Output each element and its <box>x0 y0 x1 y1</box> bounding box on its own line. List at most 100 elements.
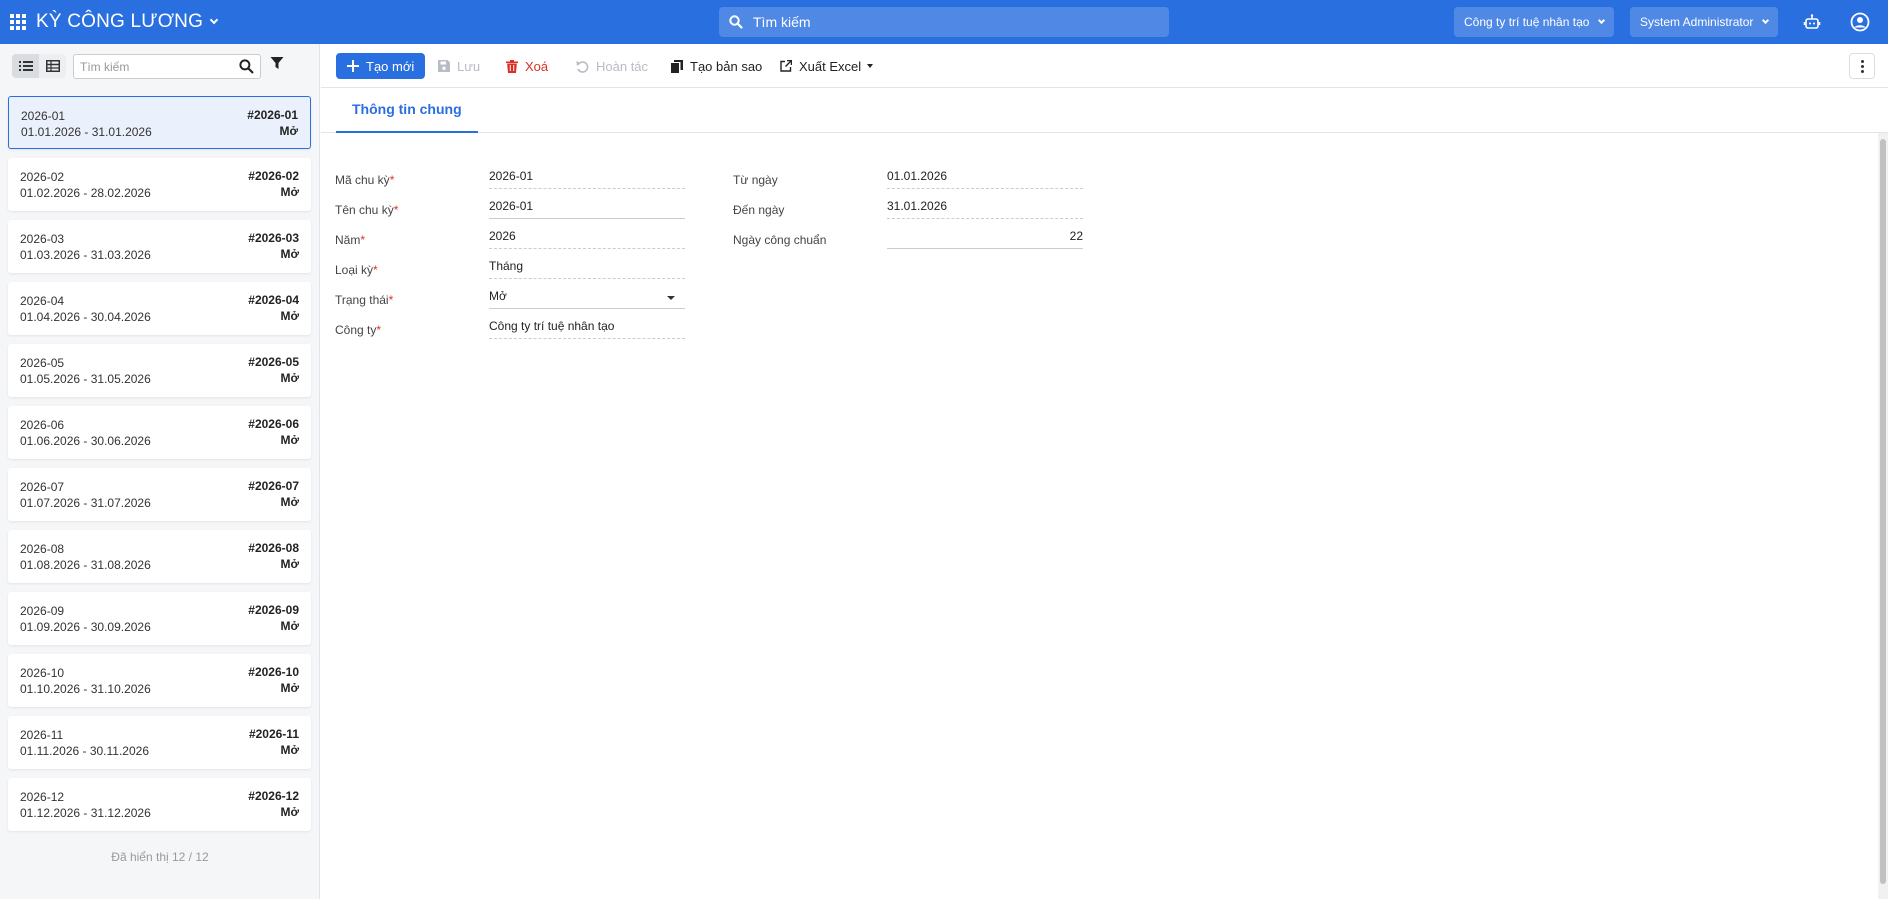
record-date-range: 01.08.2026 - 31.08.2026 <box>20 558 151 572</box>
list-view-button[interactable] <box>12 54 39 78</box>
year-input[interactable]: 2026 <box>489 227 685 249</box>
record-code: 2026-04 <box>20 294 65 308</box>
field-period-type: Loại kỳ* Tháng <box>335 253 685 279</box>
record-date-range: 01.06.2026 - 30.06.2026 <box>20 434 151 448</box>
top-bar: KỲ CÔNG LƯƠNG Công ty trí tuệ nhân tạo S… <box>0 0 1888 44</box>
table-view-button[interactable] <box>39 54 66 78</box>
company-switcher[interactable]: Công ty trí tuệ nhân tạo <box>1454 7 1615 37</box>
global-search-input[interactable] <box>753 14 1133 30</box>
filter-icon[interactable] <box>270 56 284 70</box>
list-search-input[interactable] <box>74 59 234 74</box>
trash-icon <box>506 59 518 73</box>
record-list-panel: 2026-01 01.01.2026 - 31.01.2026 #2026-01 Mở… <box>0 44 320 899</box>
standard-days-input[interactable]: 22 <box>887 227 1083 249</box>
record-code: 2026-10 <box>20 666 65 680</box>
list-item[interactable]: 2026-01 01.01.2026 - 31.01.2026 #2026-01 Mở <box>8 96 311 149</box>
delete-button[interactable]: Xoá <box>506 53 548 79</box>
export-excel-button-label: Xuất Excel <box>799 58 862 74</box>
record-date-range: 01.01.2026 - 31.01.2026 <box>21 125 152 139</box>
company-switcher-label: Công ty trí tuệ nhân tạo <box>1464 15 1590 29</box>
record-status: Mở <box>280 433 299 447</box>
field-period-code: Mã chu kỳ* 2026-01 <box>335 163 685 189</box>
undo-button[interactable]: Hoàn tác <box>576 53 648 79</box>
undo-button-label: Hoàn tác <box>596 58 649 74</box>
record-code: 2026-02 <box>20 170 65 184</box>
record-status: Mở <box>280 557 299 571</box>
list-item[interactable]: 2026-07 01.07.2026 - 31.07.2026 #2026-07 Mở <box>8 468 311 521</box>
record-count: Đã hiển thị 12 / 12 <box>111 850 209 864</box>
chevron-down-icon <box>1762 16 1770 24</box>
list-item[interactable]: 2026-10 01.10.2026 - 31.10.2026 #2026-10 Mở <box>8 654 311 707</box>
record-status: Mở <box>280 309 299 323</box>
toolbar: Tạo mới Lưu Xoá Hoàn tác Tạo bản sao Xuấ… <box>321 44 1888 88</box>
undo-icon <box>576 60 589 73</box>
duplicate-button-label: Tạo bản sao <box>690 58 763 74</box>
scrollbar[interactable] <box>1878 133 1888 899</box>
record-code: 2026-07 <box>20 480 65 494</box>
record-number: #2026-02 <box>248 169 299 183</box>
field-year: Năm* 2026 <box>335 223 685 249</box>
user-menu[interactable]: System Administrator <box>1630 7 1779 37</box>
list-item[interactable]: 2026-02 01.02.2026 - 28.02.2026 #2026-02 Mở <box>8 158 311 211</box>
save-button[interactable]: Lưu <box>438 53 480 79</box>
list-item[interactable]: 2026-09 01.09.2026 - 30.09.2026 #2026-09 Mở <box>8 592 311 645</box>
list-item[interactable]: 2026-08 01.08.2026 - 31.08.2026 #2026-08 Mở <box>8 530 311 583</box>
chevron-down-icon <box>209 15 219 25</box>
record-list: 2026-01 01.01.2026 - 31.01.2026 #2026-01 Mở… <box>8 96 311 840</box>
record-code: 2026-01 <box>21 109 66 123</box>
bot-icon[interactable] <box>1802 12 1822 32</box>
period-name-input[interactable]: 2026-01 <box>489 197 685 219</box>
record-code: 2026-05 <box>20 356 65 370</box>
record-number: #2026-11 <box>248 727 299 741</box>
global-search[interactable] <box>719 7 1169 37</box>
list-item[interactable]: 2026-12 01.12.2026 - 31.12.2026 #2026-12 Mở <box>8 778 311 831</box>
from-date-input[interactable]: 01.01.2026 <box>887 167 1083 189</box>
record-number: #2026-06 <box>248 417 299 431</box>
more-vertical-icon <box>1860 59 1864 63</box>
record-status: Mở <box>279 124 298 138</box>
search-icon <box>729 15 743 29</box>
record-code: 2026-06 <box>20 418 65 432</box>
duplicate-button[interactable]: Tạo bản sao <box>671 53 762 79</box>
apps-menu-icon[interactable] <box>10 14 26 30</box>
search-icon[interactable] <box>239 59 254 74</box>
record-code: 2026-12 <box>20 790 65 804</box>
period-code-input[interactable]: 2026-01 <box>489 167 685 189</box>
to-date-input[interactable]: 31.01.2026 <box>887 197 1083 219</box>
record-number: #2026-04 <box>248 293 299 307</box>
record-date-range: 01.11.2026 - 30.11.2026 <box>20 744 149 758</box>
create-button[interactable]: Tạo mới <box>336 53 426 79</box>
app-title-menu[interactable]: KỲ CÔNG LƯƠNG <box>36 11 219 33</box>
more-actions-button[interactable] <box>1849 53 1875 79</box>
user-avatar-icon[interactable] <box>1850 12 1870 32</box>
field-label: Đến ngày <box>733 203 785 217</box>
record-status: Mở <box>280 805 299 819</box>
export-excel-button[interactable]: Xuất Excel <box>780 53 874 79</box>
tab-general-info[interactable]: Thông tin chung <box>336 88 478 133</box>
create-button-label: Tạo mới <box>366 58 415 74</box>
company-input[interactable]: Công ty trí tuệ nhân tạo <box>489 317 685 339</box>
status-select[interactable]: Mở <box>489 287 685 309</box>
period-type-input[interactable]: Tháng <box>489 257 685 279</box>
record-date-range: 01.05.2026 - 31.05.2026 <box>20 372 151 386</box>
scrollbar-thumb[interactable] <box>1880 139 1886 884</box>
record-date-range: 01.04.2026 - 30.04.2026 <box>20 310 151 324</box>
field-label: Mã chu kỳ* <box>335 173 395 187</box>
list-item[interactable]: 2026-11 01.11.2026 - 30.11.2026 #2026-11 Mở <box>8 716 311 769</box>
record-number: #2026-10 <box>248 665 299 679</box>
record-code: 2026-03 <box>20 232 65 246</box>
list-item[interactable]: 2026-06 01.06.2026 - 30.06.2026 #2026-06 Mở <box>8 406 311 459</box>
caret-down-icon <box>867 64 874 68</box>
record-status: Mở <box>280 371 299 385</box>
list-item[interactable]: 2026-04 01.04.2026 - 30.04.2026 #2026-04 Mở <box>8 282 311 335</box>
list-search[interactable] <box>73 54 261 79</box>
record-number: #2026-03 <box>248 231 299 245</box>
field-company: Công ty* Công ty trí tuệ nhân tạo <box>335 313 685 339</box>
status-select-value: Mở <box>489 289 507 303</box>
record-status: Mở <box>280 185 299 199</box>
list-item[interactable]: 2026-05 01.05.2026 - 31.05.2026 #2026-05 Mở <box>8 344 311 397</box>
list-item[interactable]: 2026-03 01.03.2026 - 31.03.2026 #2026-03 Mở <box>8 220 311 273</box>
record-code: 2026-09 <box>20 604 65 618</box>
plus-icon <box>347 60 359 72</box>
field-label: Ngày công chuẩn <box>733 233 827 247</box>
